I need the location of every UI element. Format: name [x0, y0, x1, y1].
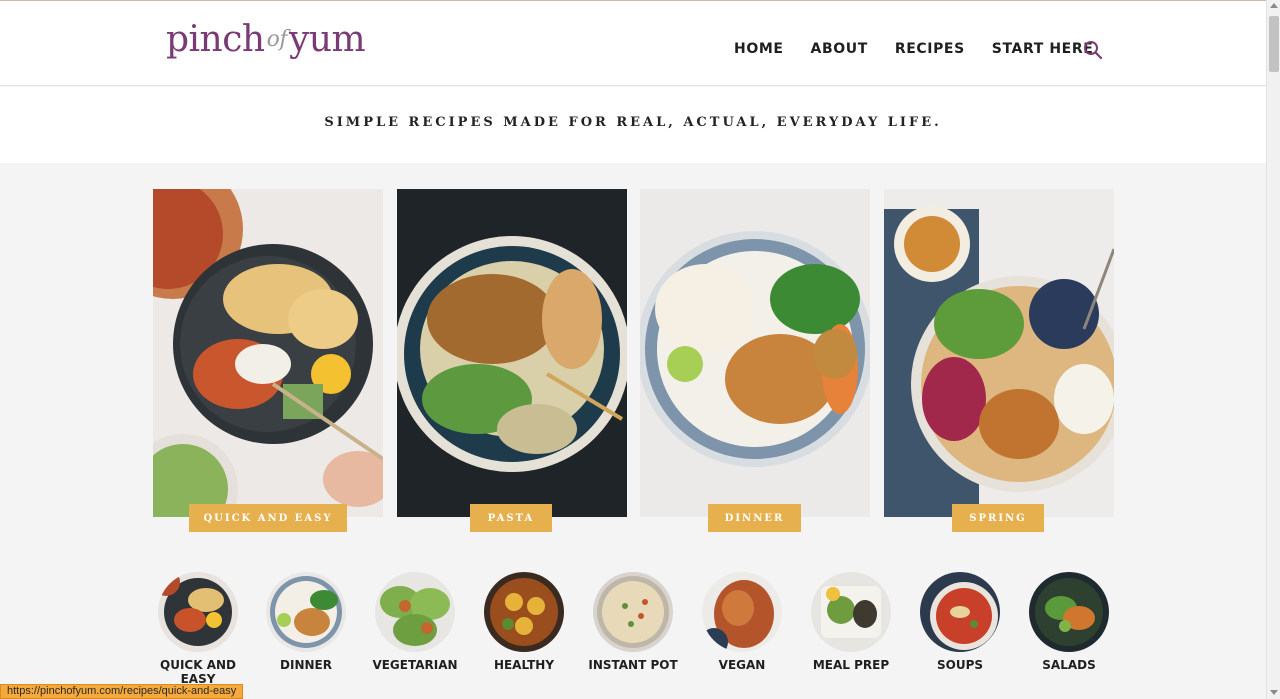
- feature-label-spring[interactable]: SPRING: [952, 504, 1044, 532]
- logo-text-yum: yum: [288, 19, 366, 60]
- site-logo[interactable]: pinch of yum: [166, 19, 366, 75]
- category-thumb: [158, 572, 238, 652]
- category-thumb: [920, 572, 1000, 652]
- search-icon[interactable]: [1083, 40, 1103, 60]
- site-header: pinch of yum HOME ABOUT RECIPES START HE…: [0, 0, 1266, 86]
- site-tagline: SIMPLE RECIPES MADE FOR REAL, ACTUAL, EV…: [324, 115, 942, 130]
- category-soups[interactable]: SOUPS: [910, 572, 1010, 672]
- category-label: VEGETARIAN: [372, 658, 458, 672]
- logo-text-of: of: [266, 27, 288, 52]
- feature-image-dinner: [640, 189, 870, 517]
- feature-label-quick-and-easy[interactable]: QUICK AND EASY: [189, 504, 347, 532]
- category-meal-prep[interactable]: MEAL PREP: [801, 572, 901, 672]
- feature-image-quick-and-easy: [153, 189, 383, 517]
- category-thumb: [702, 572, 782, 652]
- category-label: HEALTHY: [493, 658, 555, 672]
- nav-start-here[interactable]: START HERE: [992, 41, 1094, 57]
- category-instant-pot[interactable]: INSTANT POT: [583, 572, 683, 672]
- status-bar-url: https://pinchofyum.com/recipes/quick-and…: [0, 684, 244, 699]
- scrollbar-thumb[interactable]: [1269, 16, 1279, 72]
- nav-home[interactable]: HOME: [734, 41, 784, 57]
- category-label: SOUPS: [936, 658, 984, 672]
- vertical-scrollbar[interactable]: [1266, 0, 1280, 699]
- category-dinner[interactable]: DINNER: [256, 572, 356, 672]
- category-quick-and-easy[interactable]: QUICK AND EASY: [148, 572, 248, 686]
- category-thumb: [484, 572, 564, 652]
- category-vegetarian[interactable]: VEGETARIAN: [365, 572, 465, 672]
- category-thumb: [1029, 572, 1109, 652]
- feature-card-dinner[interactable]: [640, 189, 870, 517]
- nav-about[interactable]: ABOUT: [811, 41, 868, 57]
- category-label: MEAL PREP: [812, 658, 890, 672]
- feature-card-quick-and-easy[interactable]: [153, 189, 383, 517]
- main-nav: HOME ABOUT RECIPES START HERE: [734, 41, 1093, 57]
- feature-card-spring[interactable]: [884, 189, 1114, 517]
- scroll-down-arrow-icon[interactable]: [1270, 690, 1278, 695]
- category-thumb: [811, 572, 891, 652]
- category-label: INSTANT POT: [588, 658, 678, 672]
- category-label: VEGAN: [718, 658, 766, 672]
- nav-recipes[interactable]: RECIPES: [895, 41, 965, 57]
- category-label: QUICK AND EASY: [160, 658, 236, 686]
- tagline-band: SIMPLE RECIPES MADE FOR REAL, ACTUAL, EV…: [0, 87, 1266, 163]
- category-thumb: [375, 572, 455, 652]
- category-label: DINNER: [280, 658, 332, 672]
- feature-image-spring: [884, 189, 1114, 517]
- category-thumb: [266, 572, 346, 652]
- feature-label-pasta[interactable]: PASTA: [470, 504, 552, 532]
- category-healthy[interactable]: HEALTHY: [474, 572, 574, 672]
- category-thumb: [593, 572, 673, 652]
- scroll-up-arrow-icon[interactable]: [1270, 3, 1278, 8]
- feature-label-dinner[interactable]: DINNER: [708, 504, 801, 532]
- feature-card-pasta[interactable]: [397, 189, 627, 517]
- category-salads[interactable]: SALADS: [1019, 572, 1119, 672]
- logo-text-pinch: pinch: [166, 19, 265, 60]
- page: pinch of yum HOME ABOUT RECIPES START HE…: [0, 0, 1266, 699]
- feature-image-pasta: [397, 189, 627, 517]
- category-vegan[interactable]: VEGAN: [692, 572, 792, 672]
- category-label: SALADS: [1042, 658, 1096, 672]
